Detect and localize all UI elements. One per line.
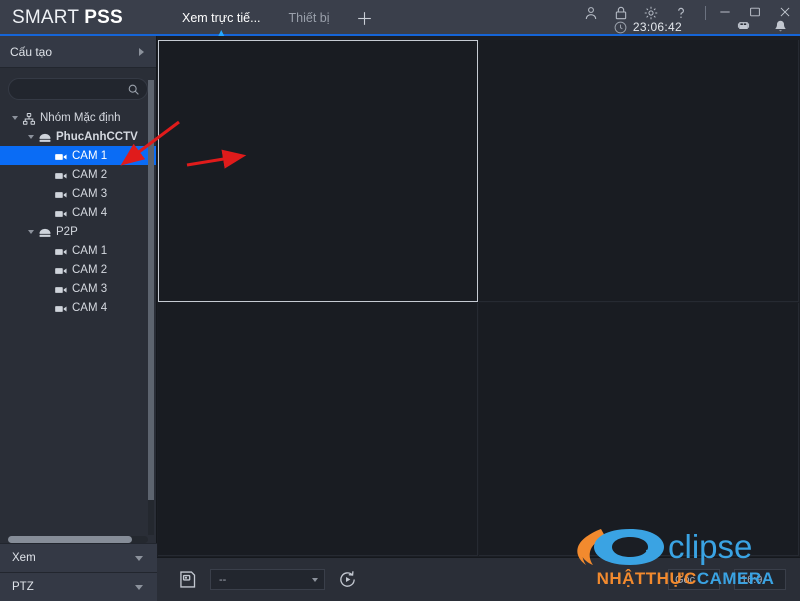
clock-icon <box>614 21 627 33</box>
tree-item-p2p[interactable]: P2P <box>0 222 156 241</box>
tree-item-label: P2P <box>56 225 78 238</box>
watermark-part-2: THỰC <box>645 569 697 588</box>
device-icon <box>38 131 52 143</box>
chevron-right-icon <box>139 47 144 56</box>
video-cell-4[interactable] <box>479 303 799 556</box>
sidebar-panel-title: Cấu tạo <box>10 44 53 59</box>
tree-item-label: CAM 2 <box>72 168 108 181</box>
sidebar: Cấu tạo Nhóm Mặc định PhucAnhCCTV CAM 1 CAM… <box>0 36 157 601</box>
camera-icon <box>54 169 68 181</box>
chevron-down-icon <box>135 585 143 590</box>
user-icon[interactable] <box>583 5 599 21</box>
tree-item-cam-2[interactable]: CAM 2 <box>0 260 156 279</box>
video-grid <box>157 36 800 557</box>
clock: 23:06:42 <box>614 20 682 34</box>
caret-down-icon <box>12 115 18 120</box>
tree-item-cam-3[interactable]: CAM 3 <box>0 279 156 298</box>
titlebar-icon-group <box>583 5 708 21</box>
tree-item-cam-4[interactable]: CAM 4 <box>0 203 156 222</box>
tree-item-cam-1[interactable]: CAM 1 <box>0 146 156 165</box>
eclipse-logo-text: clipse <box>668 528 752 565</box>
watermark: NHẬT THỰC CAMERA <box>573 566 798 592</box>
tree-horizontal-scroll-thumb[interactable] <box>8 536 132 543</box>
snapshot-icon[interactable] <box>177 569 198 590</box>
minimize-button[interactable] <box>718 5 732 19</box>
tree-item-cam-1[interactable]: CAM 1 <box>0 241 156 260</box>
tree-item-label: CAM 2 <box>72 263 108 276</box>
tree-horizontal-scrollbar[interactable] <box>8 536 148 543</box>
caret-down-icon <box>28 229 34 234</box>
camera-icon <box>54 150 68 162</box>
camera-icon <box>54 207 68 219</box>
window-controls <box>718 5 792 19</box>
tree-vertical-scrollbar[interactable] <box>148 80 154 535</box>
status-row: 23:06:42 <box>0 20 800 36</box>
accordion-xem-label: Xem <box>12 552 36 564</box>
stream-select[interactable]: -- <box>210 569 325 590</box>
stream-select-value: -- <box>219 573 227 586</box>
device-icon <box>38 226 52 238</box>
tree-item-cam-3[interactable]: CAM 3 <box>0 184 156 203</box>
smart-pss-window: SMART PSS Xem trực tiế... Thiết bị 23:06… <box>0 0 800 601</box>
search-box[interactable] <box>8 78 148 100</box>
tree-item-label: CAM 4 <box>72 301 108 314</box>
tree-item-phucanhcctv[interactable]: PhucAnhCCTV <box>0 127 156 146</box>
tree-item-label: CAM 3 <box>72 282 108 295</box>
search-container <box>0 68 156 106</box>
bottom-toolbar-left: -- <box>177 569 358 590</box>
video-cell-3[interactable] <box>158 303 478 556</box>
close-button[interactable] <box>778 5 792 19</box>
caret-down-icon <box>28 134 34 139</box>
device-tree[interactable]: Nhóm Mặc định PhucAnhCCTV CAM 1 CAM 2 CAM 3 C… <box>0 106 156 506</box>
accordion-xem[interactable]: Xem <box>0 543 157 572</box>
camera-icon <box>54 188 68 200</box>
tree-item-nhóm-mặc-định[interactable]: Nhóm Mặc định <box>0 108 156 127</box>
help-icon[interactable] <box>673 5 689 21</box>
status-icon-group <box>736 19 788 34</box>
camera-icon <box>54 302 68 314</box>
title-bar: SMART PSS Xem trực tiế... Thiết bị 23:06… <box>0 0 800 36</box>
tree-item-label: CAM 3 <box>72 187 108 200</box>
maximize-button[interactable] <box>748 5 762 19</box>
accordion-ptz-label: PTZ <box>12 581 34 593</box>
titlebar-divider <box>705 6 706 20</box>
camera-icon <box>54 283 68 295</box>
tree-item-label: CAM 4 <box>72 206 108 219</box>
chevron-down-icon <box>312 577 318 582</box>
tree-caret-toggle[interactable] <box>24 134 38 139</box>
chevron-down-icon <box>135 556 143 561</box>
sidebar-panel-header[interactable]: Cấu tạo <box>0 36 156 68</box>
replay-icon[interactable] <box>337 569 358 590</box>
tree-vertical-scroll-thumb[interactable] <box>148 80 154 500</box>
tree-caret-toggle[interactable] <box>8 115 22 120</box>
gear-icon[interactable] <box>643 5 659 21</box>
camera-icon <box>54 245 68 257</box>
clock-time: 23:06:42 <box>632 20 682 34</box>
video-cell-2[interactable] <box>479 40 799 302</box>
bell-icon[interactable] <box>773 19 788 34</box>
accordion-ptz[interactable]: PTZ <box>0 572 157 601</box>
tree-item-label: Nhóm Mặc định <box>40 111 121 124</box>
eclipse-logo: clipse <box>577 528 752 565</box>
tree-item-label: CAM 1 <box>72 149 108 162</box>
tree-caret-toggle[interactable] <box>24 229 38 234</box>
camera-icon <box>54 264 68 276</box>
monitor-icon[interactable] <box>736 19 751 34</box>
tree-item-cam-2[interactable]: CAM 2 <box>0 165 156 184</box>
watermark-part-1: NHẬT <box>596 569 646 588</box>
tree-item-label: CAM 1 <box>72 244 108 257</box>
video-cell-1[interactable] <box>158 40 478 302</box>
lock-icon[interactable] <box>613 5 629 21</box>
search-icon[interactable] <box>127 83 140 96</box>
watermark-part-3: CAMERA <box>696 569 775 588</box>
tree-item-cam-4[interactable]: CAM 4 <box>0 298 156 317</box>
tree-item-label: PhucAnhCCTV <box>56 130 138 143</box>
group-icon <box>22 112 36 125</box>
